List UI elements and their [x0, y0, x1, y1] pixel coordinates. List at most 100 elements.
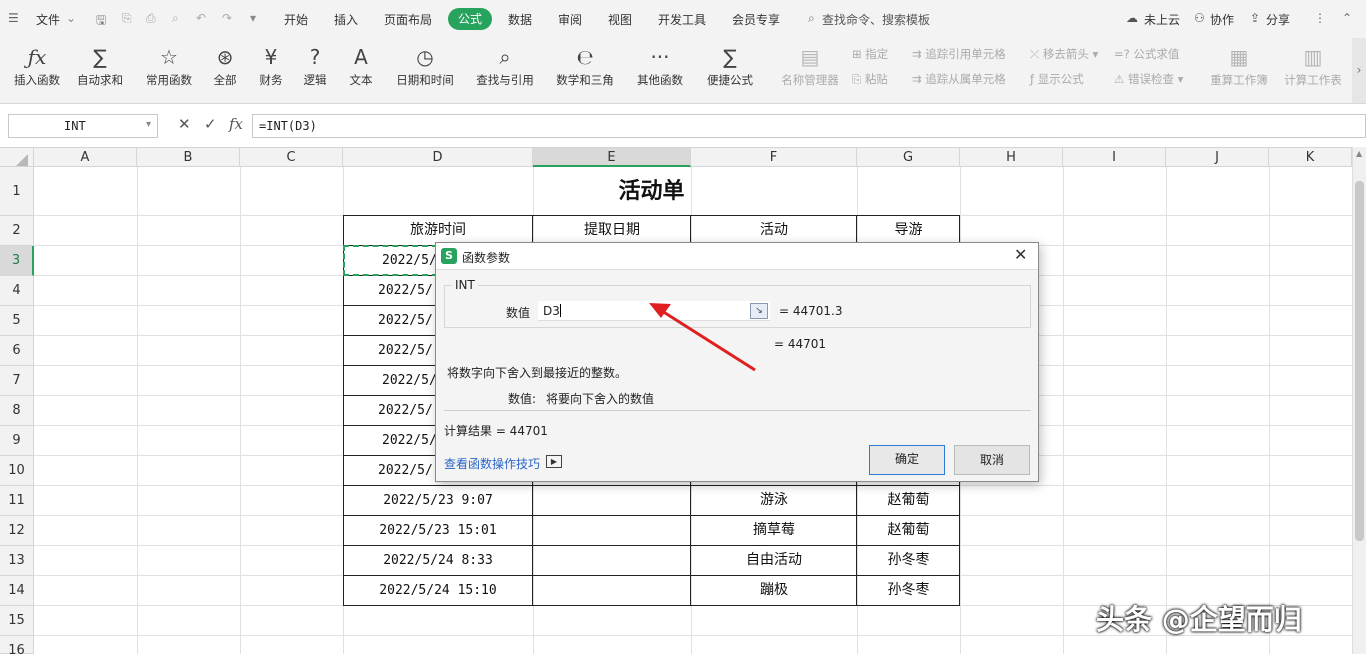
- date-cell[interactable]: 2022/5/24 15:10: [343, 576, 533, 605]
- row-header-2[interactable]: 2: [0, 216, 34, 246]
- menu-icon[interactable]: ☰: [8, 11, 19, 25]
- datetime-button[interactable]: ◷ 日期和时间: [390, 42, 460, 88]
- video-icon[interactable]: ▶: [546, 455, 562, 468]
- header-cell[interactable]: 提取日期: [533, 216, 691, 245]
- chevron-down-icon[interactable]: ⌄: [66, 11, 76, 25]
- evaluate-formula-button[interactable]: =? 公式求值: [1114, 46, 1179, 62]
- column-header-i[interactable]: I: [1063, 148, 1166, 167]
- column-header-d[interactable]: D: [343, 148, 533, 167]
- ok-button[interactable]: 确定: [869, 445, 945, 475]
- row-header-13[interactable]: 13: [0, 546, 34, 576]
- row-header-9[interactable]: 9: [0, 426, 34, 456]
- date-cell[interactable]: 2022/5/: [378, 336, 433, 365]
- select-all-corner[interactable]: [0, 148, 34, 167]
- help-link[interactable]: 查看函数操作技巧: [444, 455, 540, 472]
- all-functions-button[interactable]: ⊛ 全部: [208, 42, 242, 88]
- header-cell[interactable]: 旅游时间: [343, 216, 533, 245]
- cancel-icon[interactable]: ✕: [178, 115, 191, 133]
- row-header-4[interactable]: 4: [0, 276, 34, 306]
- column-header-b[interactable]: B: [137, 148, 240, 167]
- activity-cell[interactable]: 自由活动: [691, 546, 857, 575]
- column-header-h[interactable]: H: [960, 148, 1063, 167]
- name-box-dropdown-icon[interactable]: ▾: [146, 119, 151, 130]
- finance-button[interactable]: ¥ 财务: [254, 42, 288, 88]
- name-box[interactable]: INT: [8, 114, 158, 138]
- tab-formula[interactable]: 公式: [448, 8, 492, 30]
- row-header-10[interactable]: 10: [0, 456, 34, 486]
- date-cell[interactable]: 2022/5/: [378, 306, 433, 335]
- row-header-15[interactable]: 15: [0, 606, 34, 636]
- file-menu[interactable]: 文件: [36, 11, 60, 28]
- autosum-button[interactable]: ∑ 自动求和: [72, 42, 128, 88]
- print-icon[interactable]: ⎙: [146, 11, 156, 26]
- column-header-j[interactable]: J: [1166, 148, 1269, 167]
- text-functions-button[interactable]: A 文本: [344, 42, 378, 88]
- formula-input[interactable]: =INT(D3): [252, 114, 1366, 138]
- calc-sheet-button[interactable]: ▥ 计算工作表: [1280, 42, 1346, 88]
- more-icon[interactable]: ▾: [250, 11, 256, 25]
- specify-button[interactable]: ⊞ 指定: [852, 46, 888, 62]
- scrollbar-thumb[interactable]: [1355, 181, 1364, 541]
- logic-button[interactable]: ? 逻辑: [298, 42, 332, 88]
- tab-home[interactable]: 开始: [284, 11, 308, 28]
- save-icon[interactable]: 🖫: [96, 11, 106, 32]
- date-cell[interactable]: 2022/5/: [382, 426, 437, 455]
- quick-formula-button[interactable]: ∑ 便捷公式: [700, 42, 760, 88]
- collapse-icon[interactable]: ⌃: [1342, 11, 1352, 25]
- guide-cell[interactable]: 赵葡萄: [857, 516, 960, 545]
- column-header-a[interactable]: A: [34, 148, 137, 167]
- ribbon-scroll-right-icon[interactable]: ›: [1352, 38, 1366, 103]
- undo-icon[interactable]: ↶: [196, 11, 206, 25]
- lookup-button[interactable]: ⌕ 查找与引用: [470, 42, 540, 88]
- column-header-e[interactable]: E: [533, 148, 691, 167]
- preview-icon[interactable]: ⌕: [172, 11, 179, 26]
- fx-icon[interactable]: fx: [229, 115, 243, 133]
- share-button[interactable]: 分享: [1266, 11, 1290, 28]
- tab-data[interactable]: 数据: [508, 11, 532, 28]
- activity-cell[interactable]: 游泳: [691, 486, 857, 515]
- row-header-16[interactable]: 16: [0, 636, 34, 658]
- paste-name-button[interactable]: ⎘ 粘贴: [852, 71, 888, 87]
- cancel-button[interactable]: 取消: [954, 445, 1030, 475]
- column-header-g[interactable]: G: [857, 148, 960, 167]
- other-functions-button[interactable]: ··· 其他函数: [630, 42, 690, 88]
- row-header-1[interactable]: 1: [0, 167, 34, 216]
- vertical-scrollbar[interactable]: ▲: [1352, 147, 1366, 654]
- argument-input[interactable]: D3: [538, 301, 770, 321]
- column-header-k[interactable]: K: [1269, 148, 1352, 167]
- trace-precedents-button[interactable]: ⇉ 追踪引用单元格: [912, 46, 1006, 62]
- guide-cell[interactable]: 孙冬枣: [857, 576, 960, 605]
- collapse-dialog-icon[interactable]: ↘: [750, 303, 768, 319]
- cloud-status[interactable]: 未上云: [1144, 11, 1180, 28]
- tab-review[interactable]: 审阅: [558, 11, 582, 28]
- scroll-up-icon[interactable]: ▲: [1356, 149, 1362, 158]
- row-header-8[interactable]: 8: [0, 396, 34, 426]
- tab-developer[interactable]: 开发工具: [658, 11, 706, 28]
- date-cell[interactable]: 2022/5/: [378, 396, 433, 425]
- guide-cell[interactable]: 孙冬枣: [857, 546, 960, 575]
- header-cell[interactable]: 导游: [857, 216, 960, 245]
- date-cell[interactable]: 2022/5/23 15:01: [343, 516, 533, 545]
- sheet-title[interactable]: 活动单: [343, 168, 960, 216]
- date-cell[interactable]: 2022/5/23 9:07: [343, 486, 533, 515]
- header-cell[interactable]: 活动: [691, 216, 857, 245]
- tab-insert[interactable]: 插入: [334, 11, 358, 28]
- insert-function-button[interactable]: ƒx 插入函数: [12, 42, 62, 88]
- row-header-11[interactable]: 11: [0, 486, 34, 516]
- redo-icon[interactable]: ↷: [222, 11, 232, 25]
- row-header-3[interactable]: 3: [0, 246, 34, 276]
- recalc-workbook-button[interactable]: ▦ 重算工作簿: [1206, 42, 1272, 88]
- close-icon[interactable]: ✕: [1014, 245, 1027, 264]
- math-button[interactable]: ℮ 数学和三角: [550, 42, 620, 88]
- date-cell[interactable]: 2022/5/: [382, 246, 437, 275]
- activity-cell[interactable]: 蹦极: [691, 576, 857, 605]
- tab-view[interactable]: 视图: [608, 11, 632, 28]
- remove-arrows-button[interactable]: ⤫ 移去箭头 ▾: [1030, 46, 1098, 62]
- row-header-6[interactable]: 6: [0, 336, 34, 366]
- more-options-icon[interactable]: ⋮: [1314, 11, 1326, 25]
- export-icon[interactable]: ⎘: [122, 11, 132, 26]
- guide-cell[interactable]: 赵葡萄: [857, 486, 960, 515]
- activity-cell[interactable]: 摘草莓: [691, 516, 857, 545]
- collab-button[interactable]: 协作: [1210, 11, 1234, 28]
- show-formula-button[interactable]: ƒ 显示公式: [1030, 71, 1084, 87]
